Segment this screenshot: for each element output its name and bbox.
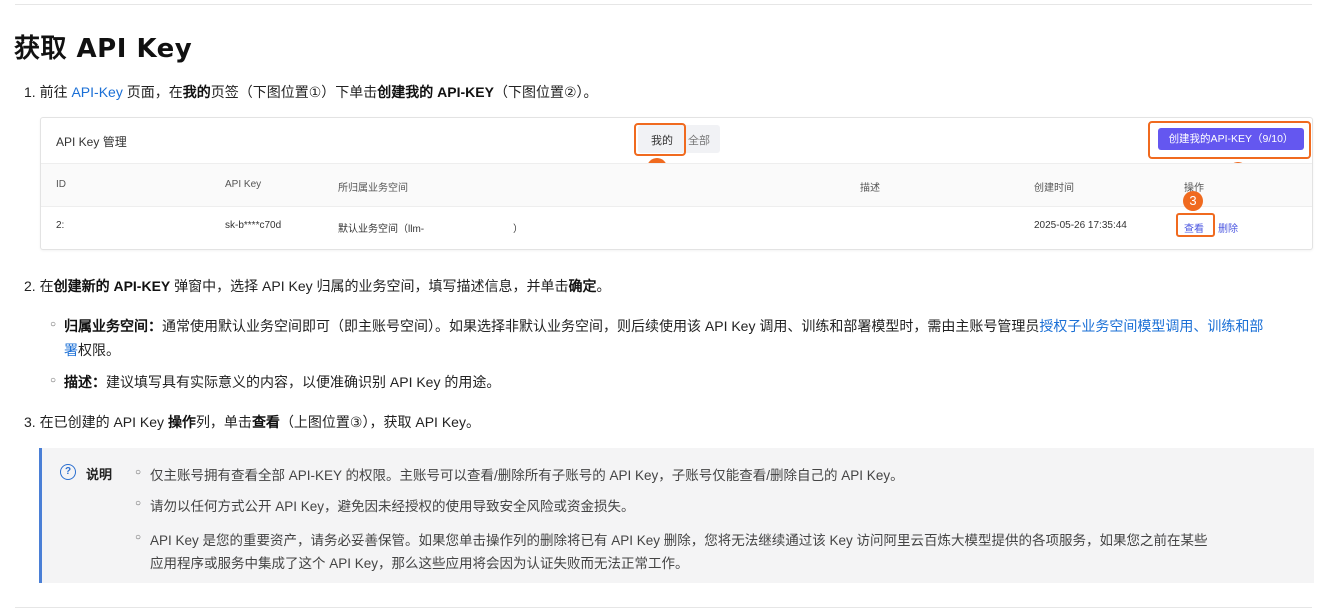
row-created-time: 2025-05-26 17:35:44: [1034, 220, 1127, 231]
bullet-icon: ○: [50, 319, 57, 330]
bullet-icon: ○: [135, 498, 142, 509]
delete-action-link[interactable]: 删除: [1218, 220, 1238, 235]
page-title: 获取 API Key: [14, 34, 193, 64]
column-header-id: ID: [56, 179, 66, 190]
authorize-workspace-link[interactable]: 授权子业务空间模型调用、训练和部: [1039, 318, 1263, 334]
column-header-description: 描述: [860, 183, 880, 194]
step-number: 3.: [24, 414, 36, 430]
authorize-workspace-link-cont[interactable]: 署: [64, 342, 78, 358]
highlight-box-1: [634, 123, 686, 156]
note-item-1: 仅主账号拥有查看全部 API-KEY 的权限。主账号可以查看/删除所有子账号的 …: [150, 468, 904, 483]
row-id: 2:: [56, 220, 65, 231]
highlight-box-2: [1148, 121, 1311, 159]
step-3: 3. 在已创建的 API Key 操作列，单击查看（上图位置③），获取 API …: [24, 414, 480, 430]
top-divider: [15, 4, 1312, 5]
bullet-icon: ○: [135, 467, 142, 478]
sub-item-workspace: 归属业务空间：通常使用默认业务空间即可（即主账号空间）。如果选择非默认业务空间，…: [64, 318, 1264, 334]
note-item-2: 请勿以任何方式公开 API Key，避免因未经授权的使用导致安全风险或资金损失。: [150, 499, 635, 514]
sub-item-workspace-cont: 署权限。: [64, 342, 120, 358]
row-workspace-end: ）: [513, 224, 523, 235]
step-number: 2.: [24, 278, 36, 294]
tab-all[interactable]: 全部: [688, 132, 710, 148]
note-box: ? 说明 ○ 仅主账号拥有查看全部 API-KEY 的权限。主账号可以查看/删除…: [39, 448, 1314, 583]
highlight-box-3: [1176, 213, 1215, 237]
table-header: ID API Key 所归属业务空间 描述 创建时间 操作: [41, 163, 1312, 207]
question-circle-icon: ?: [60, 464, 76, 480]
bottom-divider: [15, 607, 1312, 608]
bullet-icon: ○: [135, 532, 142, 543]
column-header-api-key: API Key: [225, 179, 262, 190]
step-2: 2. 在创建新的 API-KEY 弹窗中，选择 API Key 归属的业务空间，…: [24, 278, 611, 294]
step-number: 1.: [24, 84, 36, 100]
api-key-page-link[interactable]: API-Key: [71, 84, 122, 100]
row-workspace: 默认业务空间（llm-: [338, 224, 425, 235]
column-header-workspace: 所归属业务空间: [338, 183, 408, 194]
step-1: 1. 前往 API-Key 页面，在我的页签（下图位置①）下单击创建我的 API…: [24, 84, 598, 100]
note-item-3: API Key 是您的重要资产，请务必妥善保管。如果您单击操作列的删除将已有 A…: [150, 533, 1208, 548]
api-key-management-screenshot: API Key 管理 我的 全部 1 创建我的API-KEY（9/10） 2 I…: [40, 117, 1313, 250]
note-item-3-cont: 应用程序或服务中集成了这个 API Key，那么这些应用将会因为认证失败而无法正…: [150, 556, 689, 571]
sub-item-description: 描述：建议填写具有实际意义的内容，以便准确识别 API Key 的用途。: [64, 374, 501, 390]
bullet-icon: ○: [50, 375, 57, 386]
row-api-key: sk-b****c70d: [225, 220, 282, 231]
note-label: 说明: [86, 467, 113, 482]
panel-title: API Key 管理: [56, 135, 127, 149]
position-badge-3: 3: [1183, 191, 1203, 211]
column-header-created: 创建时间: [1034, 183, 1074, 194]
